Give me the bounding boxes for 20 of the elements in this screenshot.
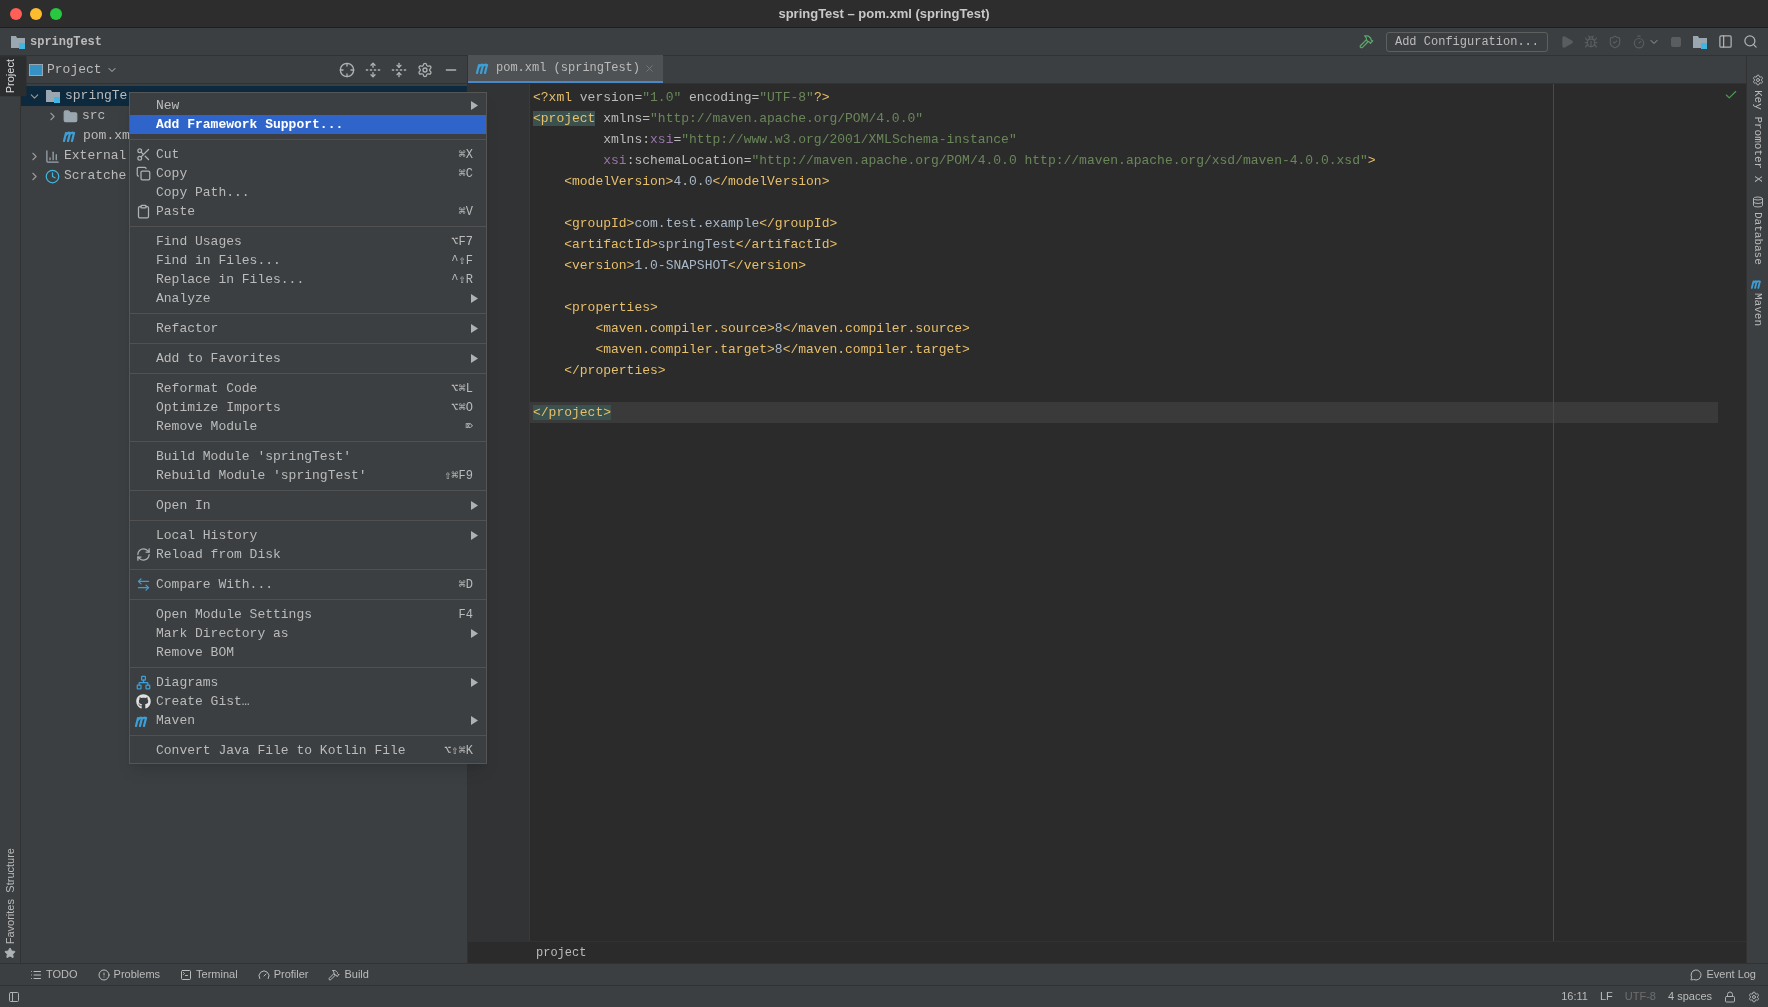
tree-item-label: src	[82, 107, 106, 126]
code-line: <version>1.0-SNAPSHOT</version>	[563, 257, 807, 275]
code-line: <maven.compiler.source>8</maven.compiler.source>	[594, 320, 970, 338]
code-line: <maven.compiler.target>8</maven.compiler.target>	[594, 341, 970, 359]
code-line: <project xmlns="http://maven.apache.org/POM/4.0.0"	[532, 110, 924, 128]
code-line: </properties>	[563, 362, 666, 380]
code-line: <groupId>com.test.example</groupId>	[563, 215, 838, 233]
code-line: xmlns:xsi="http://www.w3.org/2001/XMLSchema-instance"	[602, 131, 1017, 149]
tab-label: pom.xml (springTest)	[496, 60, 641, 77]
tree-item-label: Scratche	[64, 167, 127, 186]
code-line: xsi:schemaLocation="http://maven.apache.org/POM/4.0.0 http://maven.apache.org/xsd/maven-4.0.0.xsd">	[602, 152, 1376, 170]
code-line: <properties>	[563, 299, 658, 317]
tree-item-label: pom.xm	[83, 127, 130, 146]
code-line: <?xml version="1.0" encoding="UTF-8"?>	[532, 89, 830, 107]
window-title: springTest – pom.xml (springTest)	[778, 4, 990, 23]
code-line: </project>	[530, 402, 611, 423]
tree-item-label: springTe	[65, 87, 128, 106]
code-line: <modelVersion>4.0.0</modelVersion>	[563, 173, 830, 191]
code-line: <artifactId>springTest</artifactId>	[563, 236, 838, 254]
tree-item-label: External	[64, 147, 127, 166]
